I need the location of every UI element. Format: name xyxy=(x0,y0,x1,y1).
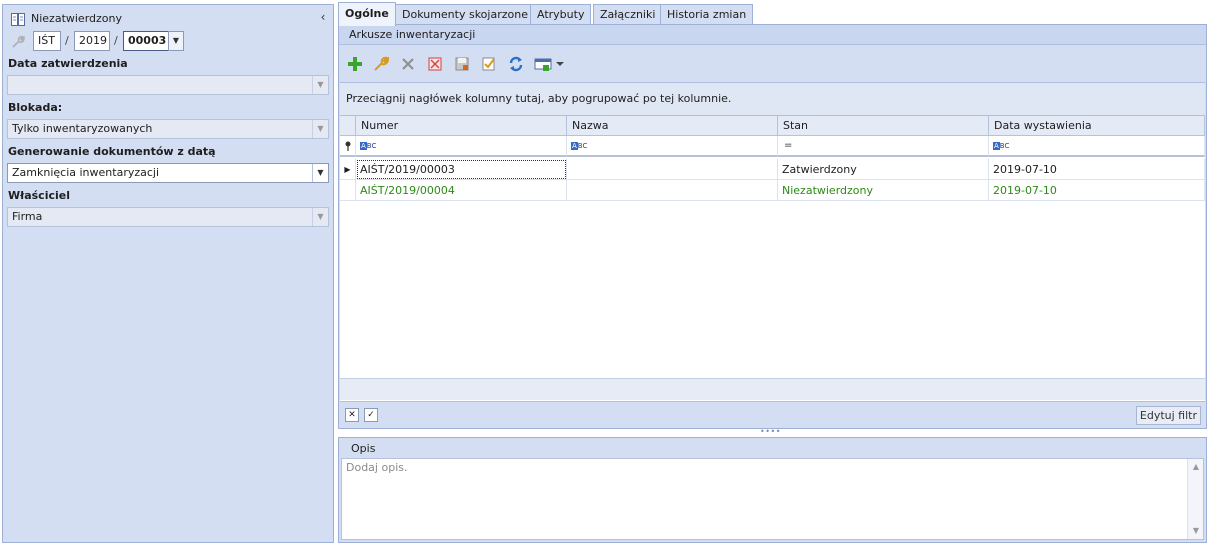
number-dropdown-button[interactable]: ▼ xyxy=(168,31,184,51)
text-filter-icon: ABC xyxy=(993,142,1010,150)
tab-attachments[interactable]: Załączniki xyxy=(593,4,663,25)
owner-label: Właściciel xyxy=(8,189,70,202)
filter-cell-issue-date[interactable]: ABC xyxy=(989,136,1205,157)
add-icon[interactable] xyxy=(346,55,364,73)
sheets-section-title: Arkusze inwentaryzacji xyxy=(339,25,1206,45)
delete-icon[interactable] xyxy=(399,55,417,73)
number-field[interactable]: 00003 xyxy=(123,31,169,51)
grid-summary-footer xyxy=(340,378,1205,400)
column-header-number[interactable]: Numer xyxy=(356,116,567,136)
filter-row-indicator xyxy=(340,136,356,157)
splitter-grip[interactable]: • • • • xyxy=(760,428,780,436)
scroll-up-icon[interactable]: ▲ xyxy=(1188,459,1204,475)
approval-date-field: ▼ xyxy=(7,75,329,95)
filter-cell-status[interactable]: = xyxy=(778,136,989,157)
tab-history[interactable]: Historia zmian xyxy=(660,4,754,25)
collapse-panel-icon[interactable]: ‹ xyxy=(317,10,329,24)
number-series-field[interactable]: IŚT xyxy=(33,31,61,51)
description-textarea[interactable]: Dodaj opis. ▲ ▼ xyxy=(341,458,1204,540)
owner-value: Firma xyxy=(12,210,43,223)
table-cell-status[interactable]: Zatwierdzony xyxy=(778,159,989,180)
tab-general[interactable]: Ogólne xyxy=(338,2,396,26)
wrench-icon xyxy=(12,35,25,48)
clear-filter-icon[interactable]: ✕ xyxy=(345,408,359,422)
chevron-down-icon: ▼ xyxy=(312,76,328,94)
doc-generation-value: Zamknięcia inwentaryzacji xyxy=(12,166,160,179)
edit-icon[interactable] xyxy=(372,55,390,73)
chevron-down-icon[interactable]: ▼ xyxy=(312,164,328,182)
chevron-down-icon: ▼ xyxy=(312,120,328,138)
document-status: Niezatwierdzony xyxy=(31,12,122,25)
table-cell-issue-date[interactable]: 2019-07-10 xyxy=(989,180,1205,201)
blockade-select: Tylko inwentaryzowanych ▼ xyxy=(7,119,329,139)
pin-icon xyxy=(345,141,351,151)
description-title: Opis xyxy=(351,442,376,455)
table-cell-number[interactable]: AIŚT/2019/00003 xyxy=(356,159,567,180)
description-panel: Opis Dodaj opis. ▲ ▼ xyxy=(338,437,1207,543)
blockade-label: Blokada: xyxy=(8,101,63,114)
description-placeholder: Dodaj opis. xyxy=(346,461,408,474)
column-header-name[interactable]: Nazwa xyxy=(567,116,778,136)
table-cell-name[interactable] xyxy=(567,180,778,201)
inventory-sheets-panel: Arkusze inwentaryzacji Przeciągnij nagłó… xyxy=(338,24,1207,429)
table-cell-name[interactable] xyxy=(567,159,778,180)
filter-cell-name[interactable]: ABC xyxy=(567,136,778,157)
equals-filter-icon: = xyxy=(784,140,793,151)
row-indicator-header xyxy=(340,116,356,136)
cancel-icon[interactable] xyxy=(426,55,444,73)
refresh-icon[interactable] xyxy=(507,55,525,73)
group-by-hint: Przeciągnij nagłówek kolumny tutaj, aby … xyxy=(340,82,1205,115)
save-icon[interactable] xyxy=(453,55,471,73)
description-scrollbar[interactable]: ▲ ▼ xyxy=(1187,459,1203,539)
doc-generation-select[interactable]: Zamknięcia inwentaryzacji ▼ xyxy=(7,163,329,183)
filter-panel: ✕ ✓ Edytuj filtr xyxy=(340,401,1205,428)
owner-select: Firma ▼ xyxy=(7,207,329,227)
book-icon xyxy=(11,13,25,26)
table-cell-number[interactable]: AIŚT/2019/00004 xyxy=(356,180,567,201)
approval-date-label: Data zatwierdzenia xyxy=(8,57,128,70)
column-header-status[interactable]: Stan xyxy=(778,116,989,136)
number-year-field[interactable]: 2019 xyxy=(74,31,110,51)
column-header-issue-date[interactable]: Data wystawienia xyxy=(989,116,1205,136)
tab-attributes[interactable]: Atrybuty xyxy=(530,4,592,25)
approve-icon[interactable] xyxy=(480,55,498,73)
tab-linked-documents[interactable]: Dokumenty skojarzone xyxy=(395,4,535,25)
blockade-value: Tylko inwentaryzowanych xyxy=(12,122,153,135)
scroll-down-icon[interactable]: ▼ xyxy=(1188,523,1204,539)
number-separator: / xyxy=(65,34,69,47)
number-separator: / xyxy=(114,34,118,47)
chevron-down-icon: ▼ xyxy=(312,208,328,226)
sheets-grid: Numer Nazwa Stan Data wystawienia ABC AB… xyxy=(340,115,1205,402)
text-filter-icon: ABC xyxy=(571,142,588,150)
table-cell-status[interactable]: Niezatwierdzony xyxy=(778,180,989,201)
document-header-panel: Niezatwierdzony ‹ IŚT / 2019 / 00003 ▼ D… xyxy=(2,4,334,543)
doc-generation-label: Generowanie dokumentów z datą xyxy=(8,145,216,158)
table-cell-issue-date[interactable]: 2019-07-10 xyxy=(989,159,1205,180)
text-filter-icon: ABC xyxy=(360,142,377,150)
enable-filter-checkbox[interactable]: ✓ xyxy=(364,408,378,422)
export-icon[interactable] xyxy=(534,55,568,73)
row-indicator[interactable] xyxy=(340,180,356,201)
filter-cell-number[interactable]: ABC xyxy=(356,136,567,157)
current-row-indicator[interactable]: ▶ xyxy=(340,159,356,180)
edit-filter-button[interactable]: Edytuj filtr xyxy=(1135,406,1201,425)
